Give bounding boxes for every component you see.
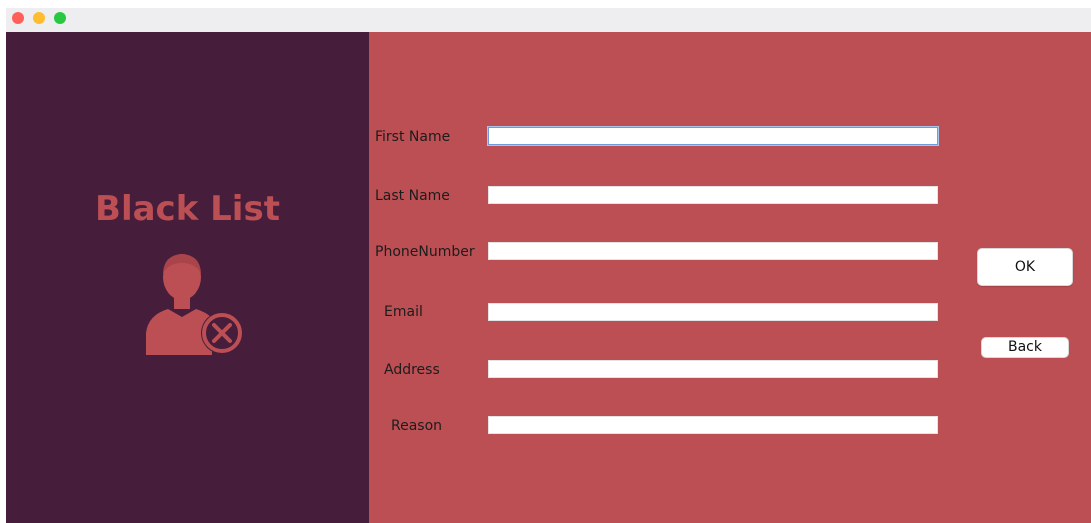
reason-label: Reason <box>391 418 443 434</box>
form-panel: First Name Last Name PhoneNumber Email A… <box>369 32 1091 523</box>
last-name-input[interactable] <box>488 186 938 204</box>
phone-number-label: PhoneNumber <box>375 244 475 260</box>
back-button[interactable]: Back <box>981 337 1069 358</box>
close-window-button[interactable] <box>12 12 24 24</box>
page-title: Black List <box>95 189 280 229</box>
phone-number-input[interactable] <box>488 242 938 260</box>
sidebar-panel: Black List <box>6 32 369 523</box>
title-bar <box>6 8 1091 32</box>
first-name-input[interactable] <box>488 127 938 145</box>
app-window: Black List First Name Last Name PhoneNum… <box>0 0 1091 523</box>
ok-button[interactable]: OK <box>977 248 1073 286</box>
address-input[interactable] <box>488 360 938 378</box>
reason-input[interactable] <box>488 416 938 434</box>
email-label: Email <box>384 304 423 320</box>
last-name-label: Last Name <box>375 188 450 204</box>
zoom-window-button[interactable] <box>54 12 66 24</box>
user-blocked-icon <box>146 254 243 355</box>
minimize-window-button[interactable] <box>33 12 45 24</box>
email-input[interactable] <box>488 303 938 321</box>
address-label: Address <box>384 362 440 378</box>
first-name-label: First Name <box>375 129 451 145</box>
